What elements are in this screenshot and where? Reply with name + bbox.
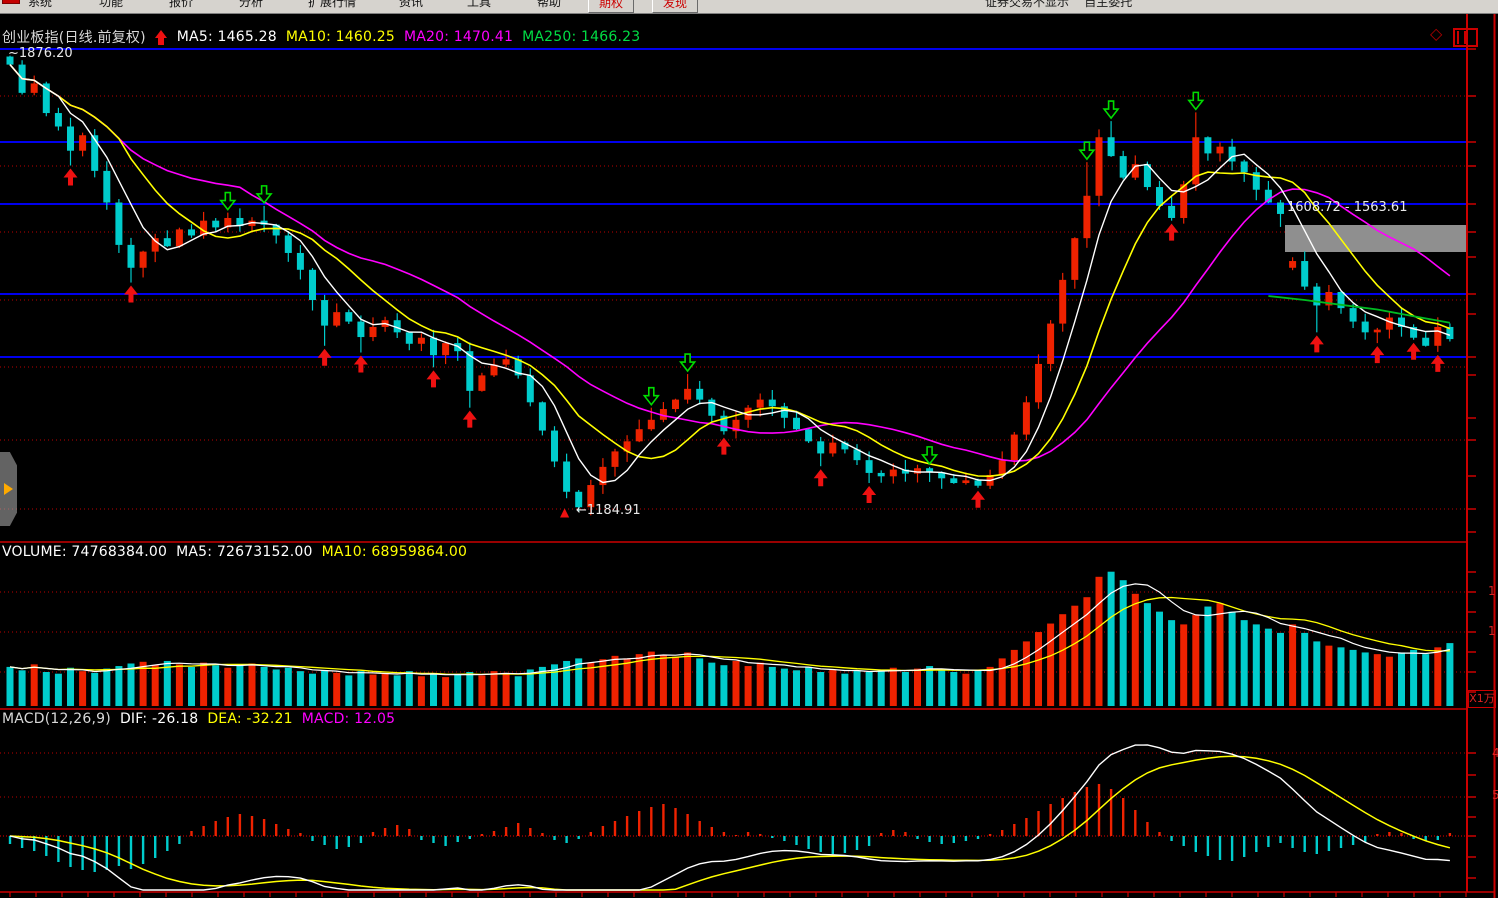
app-logo-icon[interactable] bbox=[2, 0, 20, 4]
low-price-label: ←1184.91 bbox=[576, 503, 641, 518]
sidebar-expand-handle[interactable] bbox=[0, 452, 17, 526]
macd-header: MACD(12,26,9) DIF: -26.18 DEA: -32.21 MA… bbox=[2, 711, 395, 727]
macd-name: MACD(12,26,9) bbox=[2, 711, 111, 727]
diamond-marker-icon[interactable]: ◇ bbox=[1430, 26, 1442, 42]
ma250-value: MA250: 1466.23 bbox=[522, 29, 640, 45]
macd-value: MACD: 12.05 bbox=[302, 711, 395, 727]
volume-value: VOLUME: 74768384.00 bbox=[2, 544, 167, 560]
volume-ma10-value: MA10: 68959864.00 bbox=[322, 544, 468, 560]
expand-arrow-icon bbox=[4, 483, 13, 495]
menu-item-options[interactable]: 期权 bbox=[588, 0, 634, 13]
menu-item-function[interactable]: 功能 bbox=[99, 0, 123, 12]
ma10-value: MA10: 1460.25 bbox=[286, 29, 395, 45]
volume-multiplier-label: X1万 bbox=[1468, 690, 1496, 708]
menu-bar: 系统 功能 报价 分析 扩展行情 资讯 工具 帮助 期权 发现 证券交易不显示 … bbox=[0, 0, 1498, 14]
menu-item-discover[interactable]: 发现 bbox=[652, 0, 698, 13]
volume-axis-label: 1 bbox=[1488, 584, 1496, 598]
high-price-label: ~1876.20 bbox=[8, 46, 73, 61]
menu-item-tools[interactable]: 工具 bbox=[467, 0, 491, 12]
gap-range-label: 1608.72 - 1563.61 bbox=[1287, 200, 1407, 215]
volume-ma5-value: MA5: 72673152.00 bbox=[176, 544, 312, 560]
volume-axis-label: 1 bbox=[1488, 624, 1496, 638]
low-marker-icon: ▲ bbox=[560, 505, 569, 519]
ma5-value: MA5: 1465.28 bbox=[177, 29, 277, 45]
trading-status-text[interactable]: 证券交易不显示 自主委托 bbox=[985, 0, 1132, 12]
chart-canvas[interactable] bbox=[0, 0, 1498, 898]
red-up-arrow-icon bbox=[155, 30, 168, 45]
menu-item-extended-quote[interactable]: 扩展行情 bbox=[308, 0, 356, 12]
instrument-title[interactable]: 创业板指(日线.前复权) bbox=[2, 27, 146, 47]
menu-item-analysis[interactable]: 分析 bbox=[239, 0, 263, 12]
multi-window-icon[interactable] bbox=[1453, 28, 1478, 47]
kline-header: 创业板指(日线.前复权) MA5: 1465.28 MA10: 1460.25 … bbox=[2, 27, 640, 47]
dif-value: DIF: -26.18 bbox=[120, 711, 198, 727]
menu-item-help[interactable]: 帮助 bbox=[537, 0, 561, 12]
menu-item-news[interactable]: 资讯 bbox=[399, 0, 423, 12]
macd-axis-label: 5 bbox=[1492, 788, 1498, 802]
macd-axis-label: 4 bbox=[1492, 746, 1498, 760]
menu-item-system[interactable]: 系统 bbox=[28, 0, 52, 12]
dea-value: DEA: -32.21 bbox=[207, 711, 292, 727]
volume-header: VOLUME: 74768384.00 MA5: 72673152.00 MA1… bbox=[2, 544, 467, 560]
menu-item-quote[interactable]: 报价 bbox=[169, 0, 193, 12]
stock-app-window: 系统 功能 报价 分析 扩展行情 资讯 工具 帮助 期权 发现 证券交易不显示 … bbox=[0, 0, 1498, 898]
ma20-value: MA20: 1470.41 bbox=[404, 29, 513, 45]
